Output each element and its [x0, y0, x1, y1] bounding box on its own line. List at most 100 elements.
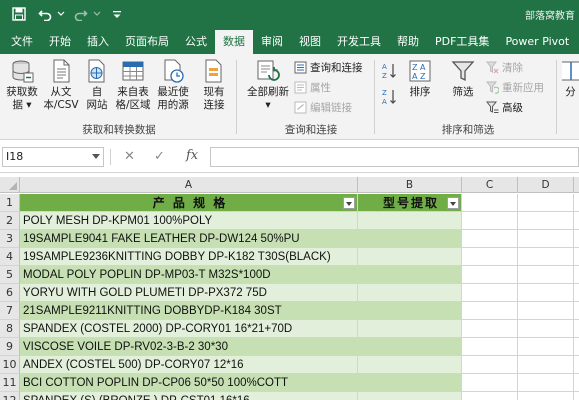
- cell-e[interactable]: [574, 338, 579, 356]
- header-cell-product-spec[interactable]: 产 品 规 格: [20, 194, 358, 212]
- row-header[interactable]: 1: [0, 194, 20, 212]
- redo-dropdown-icon[interactable]: [92, 5, 102, 23]
- cell-c[interactable]: [462, 194, 518, 212]
- column-header-b[interactable]: B: [358, 177, 462, 193]
- cell-model-extract[interactable]: [358, 284, 462, 302]
- edit-links-button[interactable]: 编辑链接: [294, 100, 352, 115]
- tab-formulas[interactable]: 公式: [177, 30, 215, 54]
- cell-d[interactable]: [518, 374, 574, 392]
- cell-product-spec[interactable]: SPANDEX (S) (BRONZE ) DP-CST01 16*16: [20, 392, 358, 400]
- cell-model-extract[interactable]: [358, 230, 462, 248]
- cell-d[interactable]: [518, 266, 574, 284]
- tab-developer[interactable]: 开发工具: [329, 30, 389, 54]
- cell-product-spec[interactable]: 21SAMPLE9211KNITTING DOBBYDP-K184 30ST: [20, 302, 358, 320]
- cell-d[interactable]: [518, 248, 574, 266]
- existing-connections-button[interactable]: 现有 连接: [197, 58, 231, 112]
- clear-filter-button[interactable]: 清除: [485, 60, 523, 75]
- cell-product-spec[interactable]: BCI COTTON POPLIN DP-CP06 50*50 100%COTT: [20, 374, 358, 392]
- cell-product-spec[interactable]: YORYU WITH GOLD PLUMETI DP-PX372 75D: [20, 284, 358, 302]
- tab-home[interactable]: 开始: [41, 30, 79, 54]
- cell-e[interactable]: [574, 374, 579, 392]
- cell-model-extract[interactable]: [358, 248, 462, 266]
- cell-product-spec[interactable]: POLY MESH DP-KPM01 100%POLY: [20, 212, 358, 230]
- column-header-c[interactable]: C: [462, 177, 518, 193]
- cell-d[interactable]: [518, 356, 574, 374]
- row-header[interactable]: 7: [0, 302, 20, 320]
- cell-model-extract[interactable]: [358, 356, 462, 374]
- cell-c[interactable]: [462, 356, 518, 374]
- reapply-button[interactable]: 重新应用: [485, 80, 544, 95]
- cell-model-extract[interactable]: [358, 392, 462, 400]
- tab-view[interactable]: 视图: [291, 30, 329, 54]
- row-header[interactable]: 11: [0, 374, 20, 392]
- recent-sources-button[interactable]: 最近使 用的源: [153, 58, 193, 112]
- cell-product-spec[interactable]: 19SAMPLE9236KNITTING DOBBY DP-K182 T30S(…: [20, 248, 358, 266]
- tab-data[interactable]: 数据: [215, 30, 253, 54]
- column-header-e[interactable]: [574, 177, 579, 193]
- tab-help[interactable]: 帮助: [389, 30, 427, 54]
- insert-function-icon[interactable]: fx: [186, 148, 198, 163]
- column-header-d[interactable]: D: [518, 177, 574, 193]
- row-header[interactable]: 12: [0, 392, 20, 400]
- cell-d[interactable]: [518, 194, 574, 212]
- cell-e[interactable]: [574, 284, 579, 302]
- enter-icon[interactable]: ✓: [154, 149, 165, 164]
- cell-c[interactable]: [462, 284, 518, 302]
- cell-model-extract[interactable]: [358, 212, 462, 230]
- cell-e[interactable]: [574, 392, 579, 400]
- cell-c[interactable]: [462, 248, 518, 266]
- cell-model-extract[interactable]: [358, 302, 462, 320]
- undo-icon[interactable]: [36, 5, 54, 23]
- column-header-a[interactable]: A: [20, 177, 358, 193]
- cell-d[interactable]: [518, 320, 574, 338]
- tab-file[interactable]: 文件: [3, 30, 41, 54]
- row-header[interactable]: 3: [0, 230, 20, 248]
- cell-d[interactable]: [518, 284, 574, 302]
- redo-icon[interactable]: [72, 5, 90, 23]
- cell-e[interactable]: [574, 194, 579, 212]
- data-tools-button-truncated[interactable]: 分: [562, 58, 579, 99]
- refresh-all-button[interactable]: 全部刷新 ▾: [244, 58, 292, 112]
- cell-model-extract[interactable]: [358, 266, 462, 284]
- tab-power-pivot[interactable]: Power Pivot: [497, 30, 577, 54]
- filter-dropdown-icon[interactable]: [447, 197, 459, 209]
- cell-model-extract[interactable]: [358, 338, 462, 356]
- cell-c[interactable]: [462, 266, 518, 284]
- save-icon[interactable]: [10, 5, 28, 23]
- cell-c[interactable]: [462, 320, 518, 338]
- cell-e[interactable]: [574, 320, 579, 338]
- cell-e[interactable]: [574, 302, 579, 320]
- row-header[interactable]: 9: [0, 338, 20, 356]
- tab-review[interactable]: 审阅: [253, 30, 291, 54]
- cell-d[interactable]: [518, 392, 574, 400]
- from-table-range-button[interactable]: 来自表 格/区域: [113, 58, 153, 112]
- name-box[interactable]: I18: [2, 147, 104, 167]
- get-data-button[interactable]: 获取数 据 ▾: [4, 58, 40, 112]
- tab-pdf-tools[interactable]: PDF工具集: [427, 30, 497, 54]
- cell-e[interactable]: [574, 230, 579, 248]
- row-header[interactable]: 5: [0, 266, 20, 284]
- cell-model-extract[interactable]: [358, 374, 462, 392]
- cell-e[interactable]: [574, 248, 579, 266]
- row-header[interactable]: 10: [0, 356, 20, 374]
- properties-button[interactable]: 属性: [294, 80, 331, 95]
- sort-button[interactable]: ZAAZ 排序: [404, 58, 436, 99]
- cell-d[interactable]: [518, 338, 574, 356]
- cell-c[interactable]: [462, 392, 518, 400]
- cell-d[interactable]: [518, 302, 574, 320]
- undo-dropdown-icon[interactable]: [56, 5, 66, 23]
- customize-quick-access-icon[interactable]: [110, 5, 124, 23]
- sort-descending-button[interactable]: ZA: [382, 88, 401, 106]
- row-header[interactable]: 4: [0, 248, 20, 266]
- cancel-icon[interactable]: ✕: [124, 149, 135, 164]
- cell-c[interactable]: [462, 374, 518, 392]
- cell-e[interactable]: [574, 356, 579, 374]
- cell-c[interactable]: [462, 230, 518, 248]
- cell-c[interactable]: [462, 302, 518, 320]
- cell-product-spec[interactable]: 19SAMPLE9041 FAKE LEATHER DP-DW124 50%PU: [20, 230, 358, 248]
- sort-ascending-button[interactable]: AZ: [382, 62, 401, 80]
- cell-c[interactable]: [462, 212, 518, 230]
- cell-product-spec[interactable]: ANDEX (COSTEL 500) DP-CORY07 12*16: [20, 356, 358, 374]
- formula-input[interactable]: [210, 147, 579, 167]
- cell-product-spec[interactable]: VISCOSE VOILE DP-RV02-3-B-2 30*30: [20, 338, 358, 356]
